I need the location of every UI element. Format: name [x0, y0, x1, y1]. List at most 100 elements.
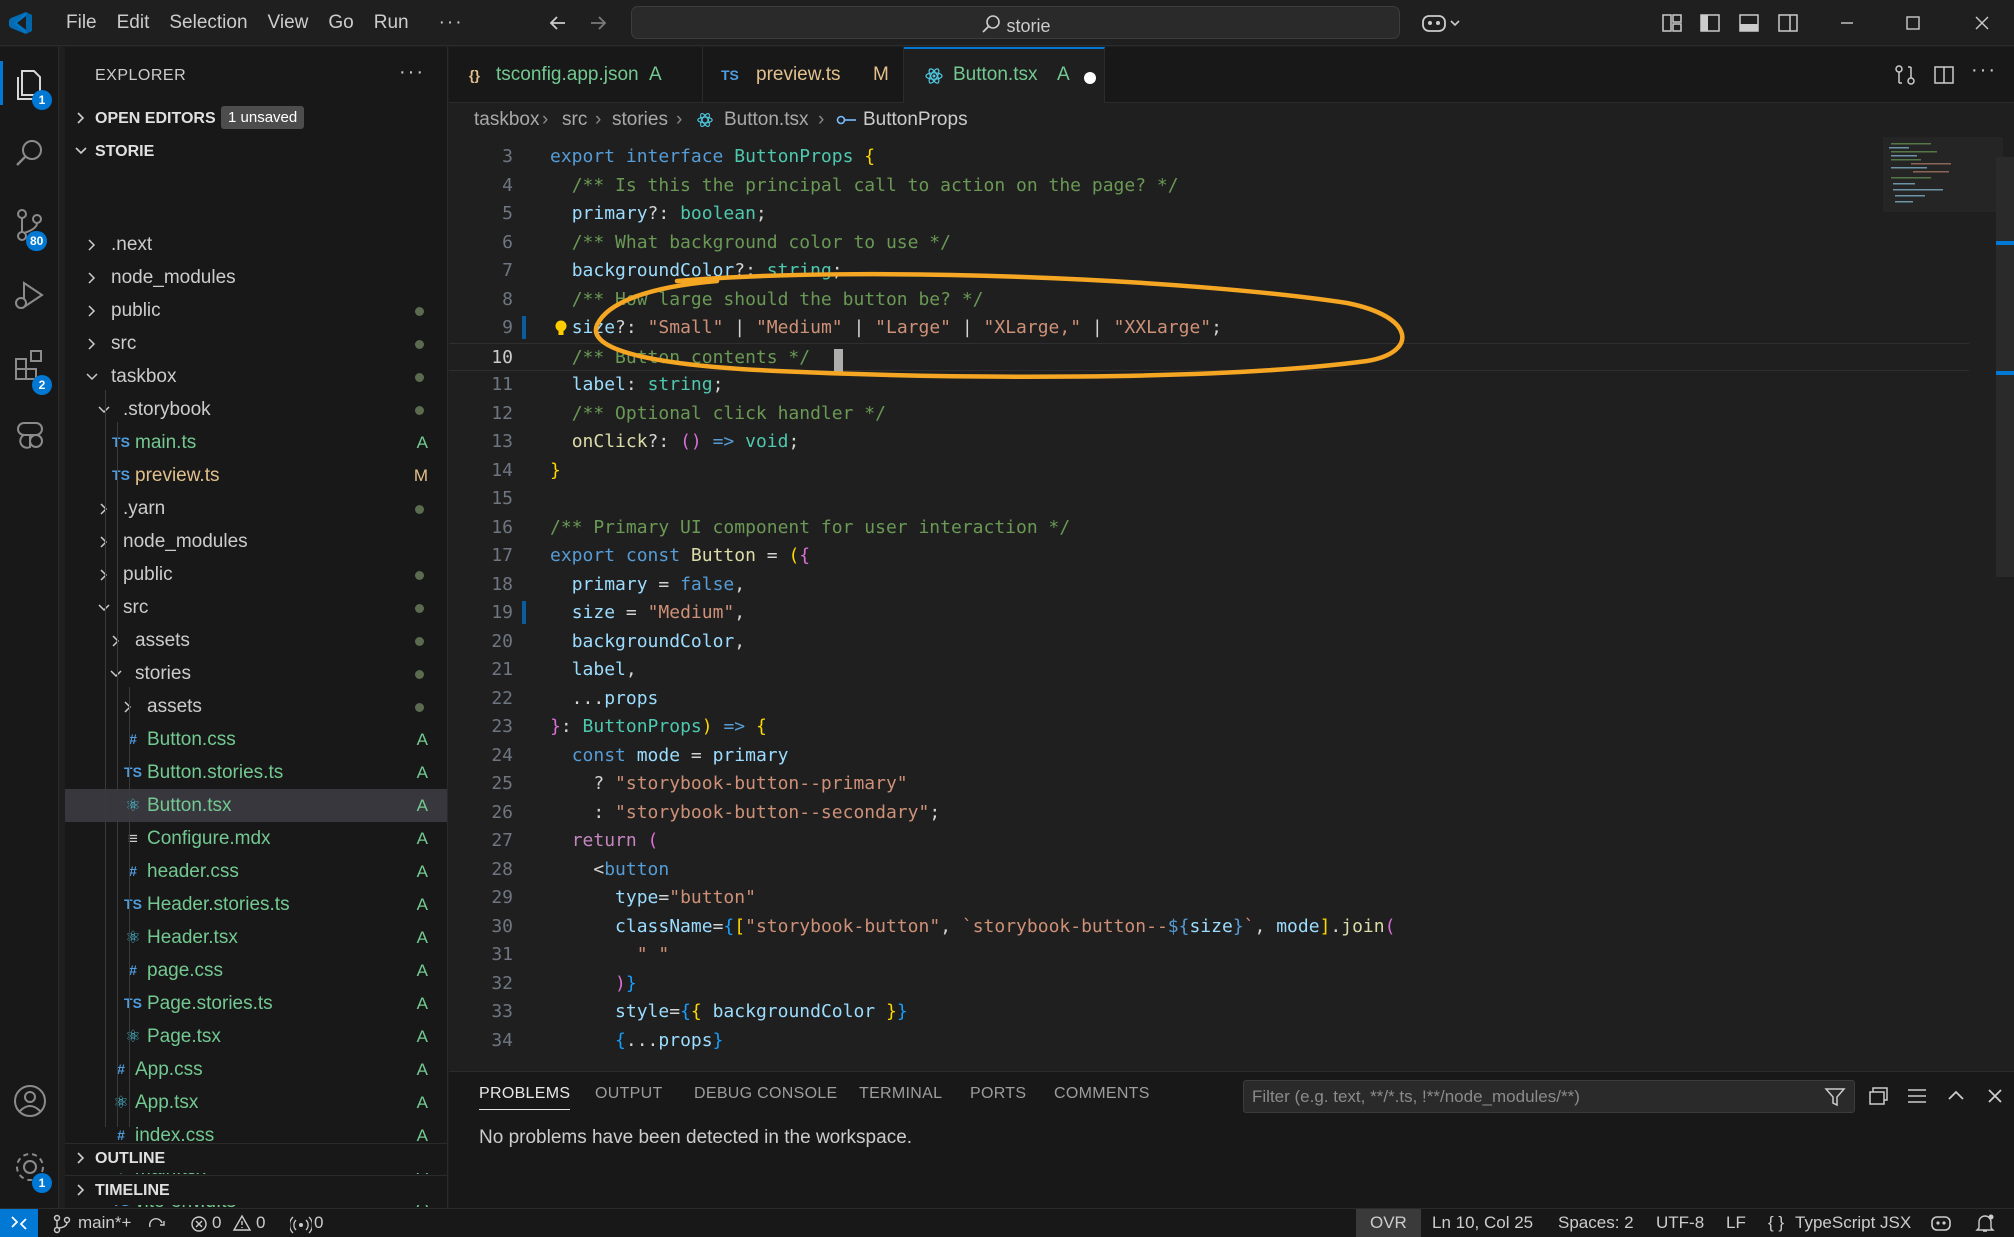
file-item[interactable]: TS preview.ts M	[65, 459, 447, 492]
file-item[interactable]: ≡ Configure.mdx A	[65, 822, 447, 855]
toggle-sidebar-icon[interactable]	[1698, 11, 1722, 35]
file-item[interactable]: # header.css A	[65, 855, 447, 888]
panel-tab-debug-console[interactable]: DEBUG CONSOLE	[694, 1085, 838, 1103]
git-branch[interactable]: main*+	[78, 1209, 131, 1237]
menu-view[interactable]: View	[258, 12, 319, 34]
explorer-more-button[interactable]: ···	[399, 61, 425, 84]
close-panel-icon[interactable]	[1983, 1084, 2007, 1108]
copilot-icon[interactable]	[1420, 11, 1462, 35]
menu-file[interactable]: File	[56, 12, 107, 34]
menu-edit[interactable]: Edit	[107, 12, 160, 34]
folder-item[interactable]: src	[65, 327, 447, 360]
figma-icon[interactable]	[10, 417, 50, 457]
breadcrumb-item[interactable]: taskbox	[474, 103, 539, 137]
search-view-icon[interactable]	[10, 133, 50, 173]
file-item[interactable]: # App.css A	[65, 1053, 447, 1086]
indentation[interactable]: Spaces: 2	[1558, 1209, 1634, 1237]
encoding[interactable]: UTF-8	[1656, 1209, 1704, 1237]
folder-item[interactable]: taskbox	[65, 360, 447, 393]
tab-preview[interactable]: TS preview.ts M	[703, 47, 904, 103]
end-of-line[interactable]: LF	[1726, 1209, 1746, 1237]
sync-icon[interactable]	[146, 1215, 168, 1233]
breadcrumb-item[interactable]: ButtonProps	[863, 103, 968, 137]
menu-selection[interactable]: Selection	[159, 12, 257, 34]
close-window-icon[interactable]	[1967, 8, 1997, 38]
word-wrap-icon[interactable]	[1905, 1084, 1929, 1108]
lightbulb-icon[interactable]	[553, 319, 569, 339]
toggle-panel-icon[interactable]	[1737, 11, 1761, 35]
tab-button-tsx[interactable]: Button.tsx A	[904, 47, 1105, 103]
notifications-bell-icon[interactable]	[1974, 1213, 1996, 1233]
folder-item[interactable]: public	[65, 558, 447, 591]
outline-header[interactable]: OUTLINE	[65, 1143, 447, 1173]
overtype-mode[interactable]: OVR	[1356, 1209, 1421, 1237]
file-item[interactable]: TS Page.stories.ts A	[65, 987, 447, 1020]
folder-item[interactable]: stories	[65, 657, 447, 690]
panel-tab-output[interactable]: OUTPUT	[595, 1085, 663, 1103]
editor-more-button[interactable]: ···	[1971, 59, 1997, 82]
command-center-search[interactable]: storie	[631, 6, 1400, 39]
remote-button[interactable]	[0, 1209, 38, 1237]
breadcrumb-item[interactable]: src	[562, 103, 587, 137]
menu-go[interactable]: Go	[318, 12, 363, 34]
folder-item[interactable]: assets	[65, 690, 447, 723]
toggle-secondary-sidebar-icon[interactable]	[1776, 11, 1800, 35]
back-arrow-icon[interactable]	[545, 10, 571, 36]
warning-count[interactable]: 0	[256, 1209, 265, 1237]
account-icon[interactable]	[10, 1081, 50, 1121]
panel-tab-comments[interactable]: COMMENTS	[1054, 1085, 1150, 1103]
problems-filter[interactable]	[1243, 1080, 1855, 1113]
file-item[interactable]: TS Header.stories.ts A	[65, 888, 447, 921]
breadcrumb-item[interactable]: stories	[612, 103, 668, 137]
folder-item[interactable]: node_modules	[65, 525, 447, 558]
language-mode[interactable]: TypeScript JSX	[1795, 1209, 1911, 1237]
customize-layout-icon[interactable]	[1660, 11, 1684, 35]
collapse-all-icon[interactable]	[1867, 1084, 1891, 1108]
minimap[interactable]	[1883, 137, 2003, 1070]
copilot-status-icon[interactable]	[1929, 1213, 1953, 1233]
tab-tsconfig[interactable]: {} tsconfig.app.json A	[449, 47, 703, 103]
folder-item[interactable]: src	[65, 591, 447, 624]
maximize-icon[interactable]	[1898, 8, 1928, 38]
menu-more[interactable]: ···	[419, 12, 474, 34]
folder-item[interactable]: public	[65, 294, 447, 327]
cursor-position[interactable]: Ln 10, Col 25	[1432, 1209, 1533, 1237]
code-editor[interactable]: 3 export interface ButtonProps {4 /** Is …	[449, 137, 2014, 1070]
folder-item[interactable]: .next	[65, 228, 447, 261]
workspace-root-header[interactable]: STORIE	[65, 137, 447, 167]
folder-item[interactable]: .storybook	[65, 393, 447, 426]
file-item[interactable]: ⚛ Button.tsx A	[65, 789, 447, 822]
file-item[interactable]: # page.css A	[65, 954, 447, 987]
git-status-letter: A	[416, 796, 428, 815]
file-item[interactable]: # Button.css A	[65, 723, 447, 756]
git-status-dot	[415, 340, 424, 349]
breadcrumb-item[interactable]: Button.tsx	[724, 103, 809, 137]
file-item[interactable]: TS Button.stories.ts A	[65, 756, 447, 789]
error-count[interactable]: 0	[212, 1209, 221, 1237]
panel-tab-problems[interactable]: PROBLEMS	[479, 1085, 571, 1110]
split-editor-icon[interactable]	[1932, 63, 1956, 87]
open-editors-header[interactable]: OPEN EDITORS 1 unsaved	[65, 104, 447, 134]
folder-item[interactable]: assets	[65, 624, 447, 657]
file-item[interactable]: ⚛ Page.tsx A	[65, 1020, 447, 1053]
folder-item[interactable]: node_modules	[65, 261, 447, 294]
problems-filter-input[interactable]	[1252, 1085, 1792, 1109]
run-debug-icon[interactable]	[10, 275, 50, 315]
panel-tab-ports[interactable]: PORTS	[970, 1085, 1026, 1103]
file-item[interactable]: TS main.ts A	[65, 426, 447, 459]
menu-run[interactable]: Run	[364, 12, 419, 34]
vertical-scrollbar[interactable]	[1996, 157, 2014, 577]
line-code: primary?: boolean;	[571, 203, 767, 224]
ports-count[interactable]: 0	[314, 1209, 323, 1237]
filter-icon[interactable]	[1824, 1086, 1846, 1108]
maximize-panel-icon[interactable]	[1944, 1084, 1968, 1108]
forward-arrow-icon[interactable]	[585, 10, 611, 36]
timeline-header[interactable]: TIMELINE	[65, 1175, 447, 1205]
unsaved-dot-icon[interactable]	[1084, 72, 1096, 84]
compare-changes-icon[interactable]	[1893, 63, 1917, 87]
minimize-icon[interactable]	[1832, 8, 1862, 38]
panel-tab-terminal[interactable]: TERMINAL	[859, 1085, 942, 1103]
folder-item[interactable]: .yarn	[65, 492, 447, 525]
file-item[interactable]: ⚛ App.tsx A	[65, 1086, 447, 1119]
file-item[interactable]: ⚛ Header.tsx A	[65, 921, 447, 954]
